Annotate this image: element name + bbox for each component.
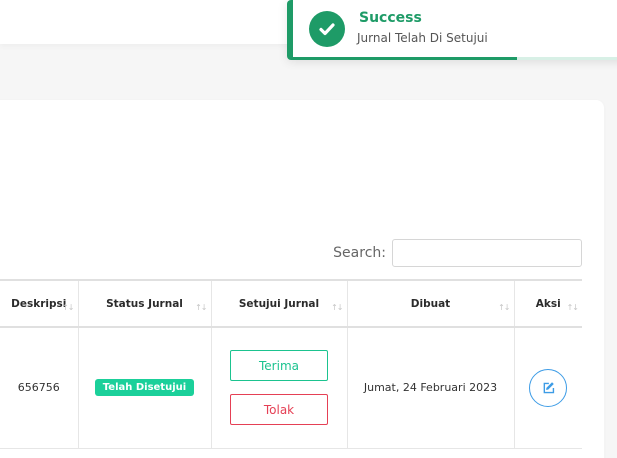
cell-aksi <box>513 326 582 449</box>
success-toast: Success Jurnal Telah Di Setujui <box>287 0 617 60</box>
sort-icon: ↑↓ <box>331 303 343 312</box>
cell-status: Telah Disetujui <box>77 326 212 449</box>
accept-button[interactable]: Terima <box>230 350 328 382</box>
status-badge: Telah Disetujui <box>94 379 195 397</box>
cell-dibuat: Jumat, 24 Februari 2023 <box>346 326 515 449</box>
column-header-dibuat[interactable]: Dibuat ↑↓ <box>346 279 515 328</box>
toast-message: Jurnal Telah Di Setujui <box>357 31 488 45</box>
table-row: 656756 Telah Disetujui Terima Tolak Juma… <box>0 326 582 449</box>
toast-progress-bar <box>293 57 517 60</box>
toast-progress-track <box>516 57 617 60</box>
search-label: Search: <box>333 245 386 261</box>
check-circle-icon <box>309 11 345 47</box>
cell-deskripsi: 656756 <box>0 326 79 449</box>
column-header-setujui-jurnal[interactable]: Setujui Jurnal ↑↓ <box>210 279 348 328</box>
column-header-deskripsi[interactable]: Deskripsi ↑↓ <box>0 279 79 328</box>
sort-icon: ↑↓ <box>195 303 207 312</box>
sort-icon: ↑↓ <box>62 303 74 312</box>
journal-table: Deskripsi ↑↓ Status Jurnal ↑↓ Setujui Jurn… <box>0 279 582 449</box>
reject-button[interactable]: Tolak <box>230 394 328 426</box>
sort-icon: ↑↓ <box>498 303 510 312</box>
column-header-aksi[interactable]: Aksi ↑↓ <box>513 279 582 328</box>
edit-button[interactable] <box>529 368 568 407</box>
sort-icon: ↑↓ <box>566 303 579 312</box>
column-header-status-jurnal[interactable]: Status Jurnal ↑↓ <box>77 279 212 328</box>
search-input[interactable] <box>392 239 582 267</box>
search-box: Search: <box>333 239 582 267</box>
cell-approve: Terima Tolak <box>210 326 348 449</box>
edit-icon <box>543 381 555 393</box>
toast-title: Success <box>359 10 422 26</box>
table-header-row: Deskripsi ↑↓ Status Jurnal ↑↓ Setujui Jurn… <box>0 279 582 328</box>
